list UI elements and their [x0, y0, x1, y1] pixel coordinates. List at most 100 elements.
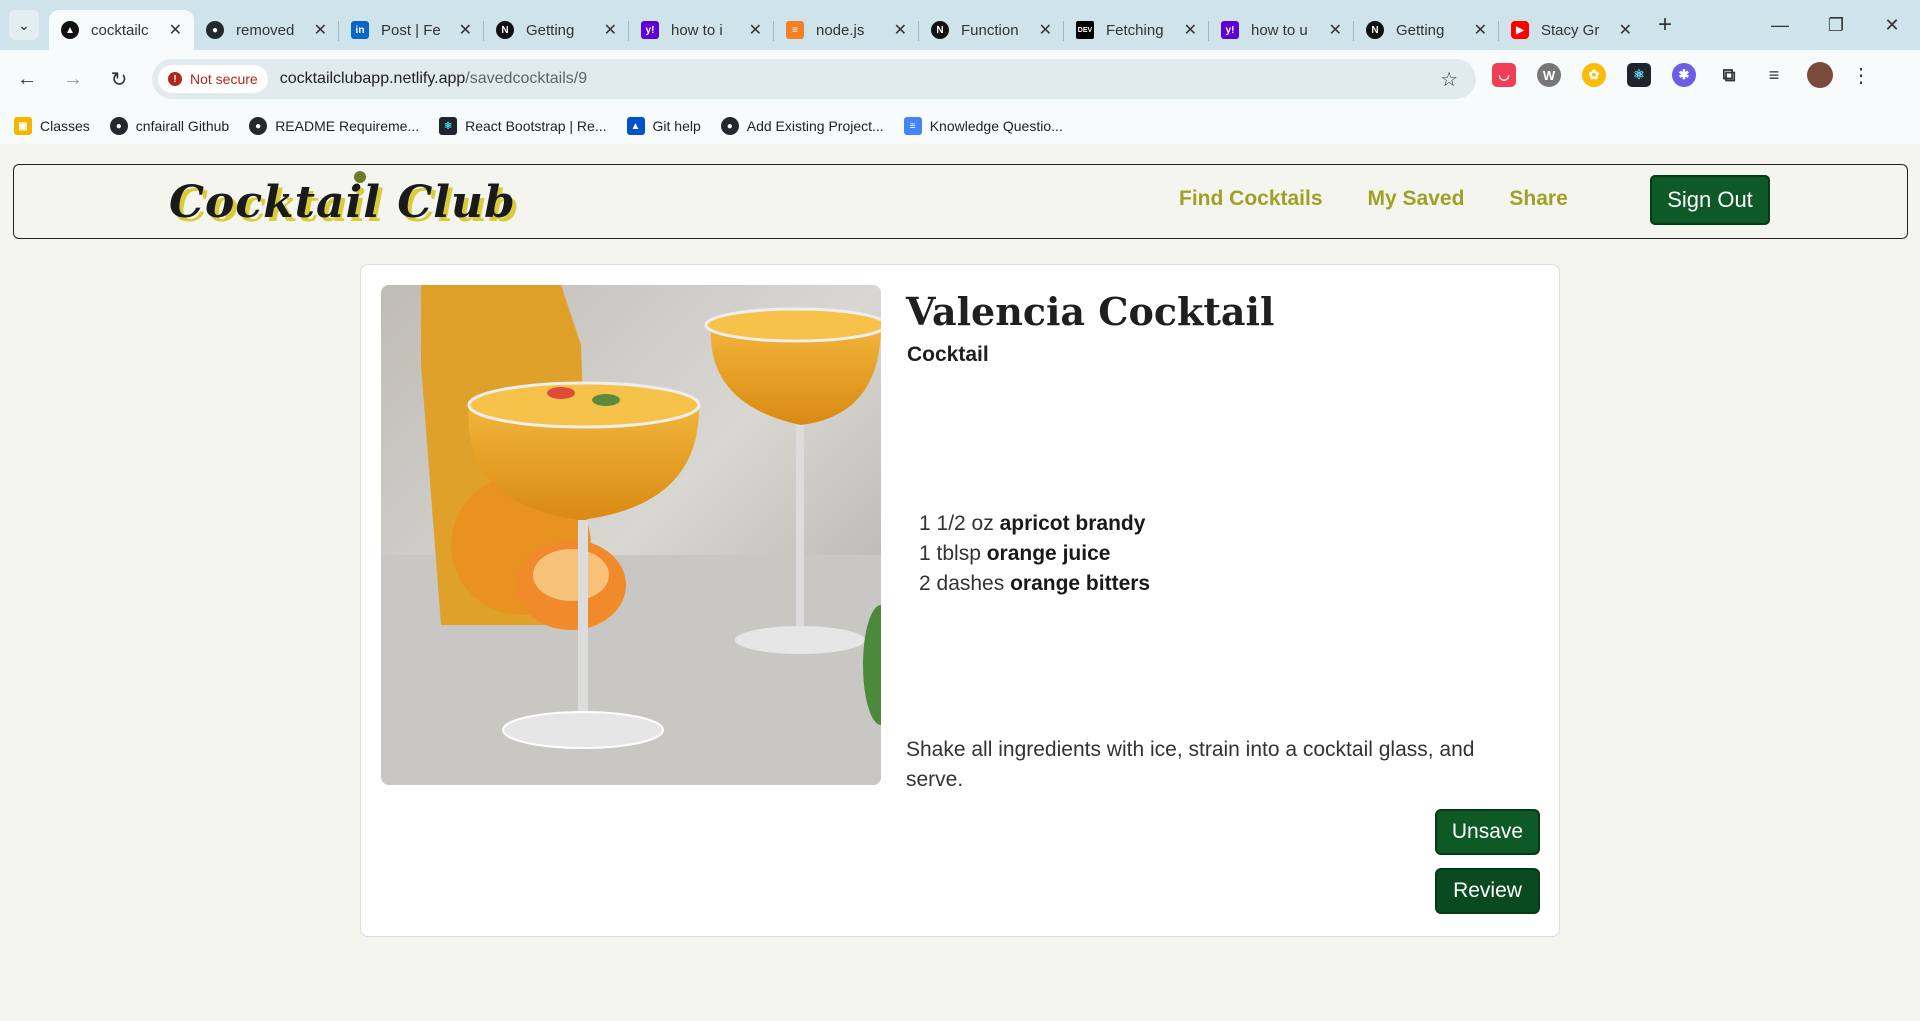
stackoverflow-icon: ≡: [786, 21, 804, 39]
atlassian-icon: ▲: [626, 117, 645, 135]
close-icon[interactable]: ✕: [894, 20, 907, 40]
tab-github[interactable]: ● removed ✕: [194, 11, 339, 49]
close-icon[interactable]: ✕: [1619, 20, 1632, 40]
bookmark-label: Add Existing Project...: [746, 118, 884, 134]
cocktail-photo: [381, 285, 881, 785]
close-icon[interactable]: ✕: [314, 20, 327, 40]
security-chip[interactable]: ! Not secure: [158, 65, 268, 93]
google-classroom-icon: ▣: [14, 117, 32, 135]
dev-icon: DEV: [1076, 21, 1094, 39]
close-icon[interactable]: ✕: [1184, 20, 1197, 40]
ingredient-name: apricot brandy: [999, 512, 1146, 535]
restore-icon[interactable]: ❐: [1808, 0, 1864, 50]
nav-find-cocktails[interactable]: Find Cocktails: [1179, 187, 1323, 211]
tab-title: node.js: [816, 21, 865, 39]
close-icon[interactable]: ✕: [604, 20, 617, 40]
cocktail-name: Valencia Cocktail: [906, 289, 1275, 334]
github-icon: ●: [720, 117, 739, 135]
photos-extension-icon[interactable]: ✿: [1582, 63, 1606, 87]
bookmark-classes[interactable]: ▣ Classes: [14, 117, 90, 135]
tab-title: Getting: [1396, 21, 1445, 39]
cocktail-card: Valencia Cocktail Cocktail 1 1/2 oz apri…: [360, 264, 1560, 937]
netlify-icon: ▲: [61, 21, 79, 39]
close-window-icon[interactable]: ✕: [1864, 0, 1920, 50]
site-logo[interactable]: Cocktail Club: [169, 177, 516, 228]
tab-title: Getting: [526, 21, 575, 39]
react-bootstrap-icon: ⚛: [439, 117, 458, 135]
address-bar[interactable]: ! Not secure cocktailclubapp.netlify.app…: [152, 59, 1476, 99]
github-icon: ●: [249, 117, 268, 135]
ingredient-name: orange juice: [986, 542, 1111, 565]
url-text[interactable]: cocktailclubapp.netlify.app/savedcocktai…: [280, 70, 587, 88]
github-icon: ●: [206, 21, 224, 39]
ingredient-item: 1 1/2 oz apricot brandy: [919, 509, 1150, 539]
ingredient-item: 1 tblsp orange juice: [919, 539, 1150, 569]
close-icon[interactable]: ✕: [1474, 20, 1487, 40]
page-viewport: Cocktail Club Find Cocktails My Saved Sh…: [0, 148, 1920, 1021]
unsave-button[interactable]: Unsave: [1435, 809, 1540, 855]
youtube-icon: ▶: [1511, 21, 1529, 39]
arrow-right-icon: →: [63, 67, 83, 90]
site-navbar: Cocktail Club Find Cocktails My Saved Sh…: [13, 164, 1908, 239]
bookmark-add-project[interactable]: ● Add Existing Project...: [720, 117, 884, 135]
tab-dev-fetching[interactable]: DEV Fetching ✕: [1064, 11, 1209, 49]
tab-title: Fetching: [1106, 21, 1164, 39]
gear-extension-icon[interactable]: ✱: [1672, 63, 1696, 87]
bookmarks-bar: ▣ Classes ● cnfairall Github ● README Requi…: [0, 108, 1920, 144]
reload-button[interactable]: ↻: [100, 60, 138, 98]
bookmark-label: Classes: [40, 118, 90, 134]
bookmark-knowledge[interactable]: ≡ Knowledge Questio...: [903, 117, 1063, 135]
review-button[interactable]: Review: [1435, 868, 1540, 914]
url-host: cocktailclubapp.netlify.app: [279, 70, 466, 87]
chevron-down-icon: ⌄: [18, 16, 30, 33]
tab-nextjs-function[interactable]: N Function ✕: [919, 11, 1064, 49]
menu-kebab-icon[interactable]: ⋮: [1851, 63, 1871, 88]
tab-nextjs-getting-2[interactable]: N Getting ✕: [1354, 11, 1499, 49]
media-control-icon[interactable]: ≡: [1762, 63, 1786, 87]
tab-title: Function: [961, 21, 1019, 39]
ingredient-name: orange bitters: [1010, 572, 1151, 595]
back-button[interactable]: ←: [8, 60, 46, 98]
new-tab-button[interactable]: +: [1658, 11, 1672, 39]
olive-icon: [354, 171, 366, 183]
minimize-icon[interactable]: —: [1752, 0, 1808, 50]
tab-title: how to u: [1251, 21, 1308, 39]
puzzle-extensions-icon[interactable]: ⧉: [1717, 63, 1741, 87]
close-icon[interactable]: ✕: [1329, 20, 1342, 40]
bookmark-git-help[interactable]: ▲ Git help: [626, 117, 701, 135]
bookmark-readme[interactable]: ● README Requireme...: [249, 117, 419, 135]
tab-title: removed: [236, 21, 295, 39]
window-controls: — ❐ ✕: [1752, 0, 1920, 50]
nextjs-icon: N: [1366, 21, 1384, 39]
ingredient-measure: 1 1/2 oz: [919, 512, 994, 535]
tab-stackoverflow[interactable]: ≡ node.js ✕: [774, 11, 919, 49]
profile-avatar[interactable]: [1807, 62, 1833, 88]
tab-search-button[interactable]: ⌄: [9, 10, 39, 40]
tab-yahoo-2[interactable]: y! how to u ✕: [1209, 11, 1354, 49]
tab-youtube[interactable]: ▶ Stacy Gr ✕: [1499, 11, 1644, 49]
tab-title: Stacy Gr: [1541, 21, 1600, 39]
bookmark-react-bootstrap[interactable]: ⚛ React Bootstrap | Re...: [439, 117, 607, 135]
forward-button[interactable]: →: [54, 60, 92, 98]
wordpress-extension-icon[interactable]: W: [1537, 63, 1561, 87]
tab-cocktail-club[interactable]: ▲ cocktailc ✕: [49, 10, 194, 50]
tab-nextjs-getting[interactable]: N Getting ✕: [484, 11, 629, 49]
tab-title: how to i: [671, 21, 723, 39]
cocktail-category: Cocktail: [907, 343, 989, 366]
close-icon[interactable]: ✕: [1039, 20, 1052, 40]
close-icon[interactable]: ✕: [459, 20, 472, 40]
tab-linkedin[interactable]: in Post | Fe ✕: [339, 11, 484, 49]
cocktail-image: [381, 285, 881, 785]
close-icon[interactable]: ✕: [169, 20, 182, 40]
ingredient-measure: 1 tblsp: [919, 542, 981, 565]
nav-share[interactable]: Share: [1509, 187, 1567, 211]
close-icon[interactable]: ✕: [749, 20, 762, 40]
tab-yahoo-1[interactable]: y! how to i ✕: [629, 11, 774, 49]
bookmark-star-icon[interactable]: ☆: [1440, 67, 1458, 92]
linkedin-icon: in: [351, 21, 369, 39]
bookmark-github-profile[interactable]: ● cnfairall Github: [109, 117, 229, 135]
sign-out-button[interactable]: Sign Out: [1650, 175, 1770, 225]
pocket-extension-icon[interactable]: ◡: [1492, 63, 1516, 87]
react-devtools-icon[interactable]: ⚛: [1627, 63, 1651, 87]
nav-my-saved[interactable]: My Saved: [1368, 187, 1465, 211]
